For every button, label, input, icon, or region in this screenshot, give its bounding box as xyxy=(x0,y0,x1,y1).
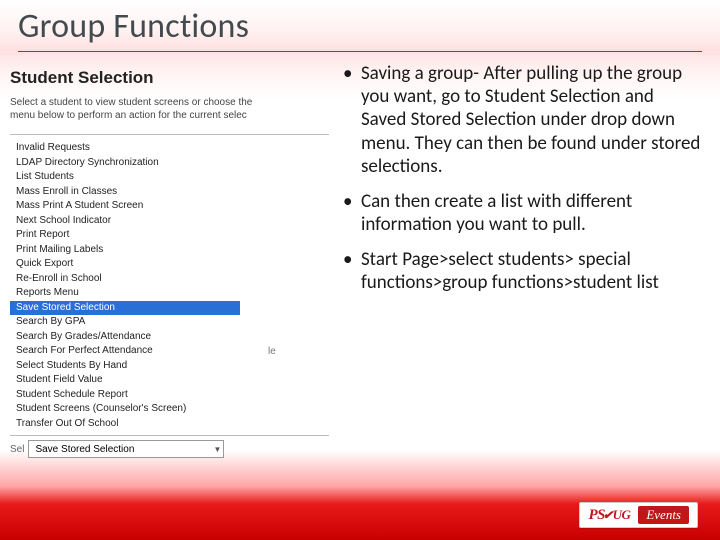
bullet-item: •Can then create a list with different i… xyxy=(343,190,702,248)
bullet-item: •Saving a group- After pulling up the gr… xyxy=(343,62,702,190)
list-item[interactable]: LDAP Directory Synchronization xyxy=(10,156,240,171)
list-item[interactable]: Student Field Value xyxy=(10,373,240,388)
bullet-text: Can then create a list with different in… xyxy=(361,190,702,236)
panel-heading: Student Selection xyxy=(2,62,337,96)
bullet-dot-icon: • xyxy=(343,248,361,294)
slide-title: Group Functions xyxy=(0,0,720,47)
list-item[interactable]: Search By GPA xyxy=(10,315,240,330)
list-item[interactable]: Student Schedule Report xyxy=(10,388,240,403)
list-item[interactable]: Reports Menu xyxy=(10,286,240,301)
bullet-list: •Saving a group- After pulling up the gr… xyxy=(343,62,702,307)
list-item[interactable]: Select Students By Hand xyxy=(10,359,240,374)
events-badge: Events xyxy=(638,506,689,524)
right-text-column: •Saving a group- After pulling up the gr… xyxy=(337,62,702,458)
list-item[interactable]: Invalid Requests xyxy=(10,141,240,156)
function-dropdown[interactable]: Save Stored Selection ▼ xyxy=(28,440,224,458)
selection-row: Sel Save Stored Selection ▼ xyxy=(2,438,337,458)
list-item[interactable]: Re-Enroll in School xyxy=(10,272,240,287)
list-item[interactable]: Print Mailing Labels xyxy=(10,243,240,258)
list-item[interactable]: Student Screens (Counselor's Screen) xyxy=(10,402,240,417)
list-item[interactable]: List Students xyxy=(10,170,240,185)
footer-badge: PS ✔ UG Events xyxy=(579,502,698,528)
list-item[interactable]: Quick Export xyxy=(10,257,240,272)
select-label: Sel xyxy=(10,444,24,455)
list-item[interactable]: Search By Grades/Attendance xyxy=(10,330,240,345)
chevron-down-icon: ▼ xyxy=(214,445,222,454)
psug-logo: PS ✔ UG xyxy=(588,507,630,524)
bullet-dot-icon: • xyxy=(343,190,361,236)
list-item[interactable]: Mass Enroll in Classes xyxy=(10,185,240,200)
list-item[interactable]: Transfer Out Of School xyxy=(10,417,240,432)
function-listbox[interactable]: Invalid RequestsLDAP Directory Synchroni… xyxy=(10,141,240,431)
stray-text-le: le xyxy=(268,346,276,357)
bullet-text: Saving a group- After pulling up the gro… xyxy=(361,62,702,178)
panel-instruction: Select a student to view student screens… xyxy=(2,96,337,124)
list-item[interactable]: Save Stored Selection xyxy=(10,301,240,316)
list-item[interactable]: Print Report xyxy=(10,228,240,243)
list-item[interactable]: Search For Perfect Attendance xyxy=(10,344,240,359)
slide-container: Group Functions Student Selection Select… xyxy=(0,0,720,540)
logo-text-right: UG xyxy=(613,507,631,523)
list-item[interactable]: Mass Print A Student Screen xyxy=(10,199,240,214)
swoosh-icon: ✔ xyxy=(603,508,613,523)
bullet-dot-icon: • xyxy=(343,62,361,178)
panel-divider-1 xyxy=(10,134,329,135)
panel-divider-2 xyxy=(10,435,329,436)
bullet-item: •Start Page>select students> special fun… xyxy=(343,248,702,306)
screenshot-panel: Student Selection Select a student to vi… xyxy=(0,62,337,458)
content-row: Student Selection Select a student to vi… xyxy=(0,52,720,458)
dropdown-value: Save Stored Selection xyxy=(35,444,134,455)
bullet-text: Start Page>select students> special func… xyxy=(361,248,702,294)
list-item[interactable]: Next School Indicator xyxy=(10,214,240,229)
